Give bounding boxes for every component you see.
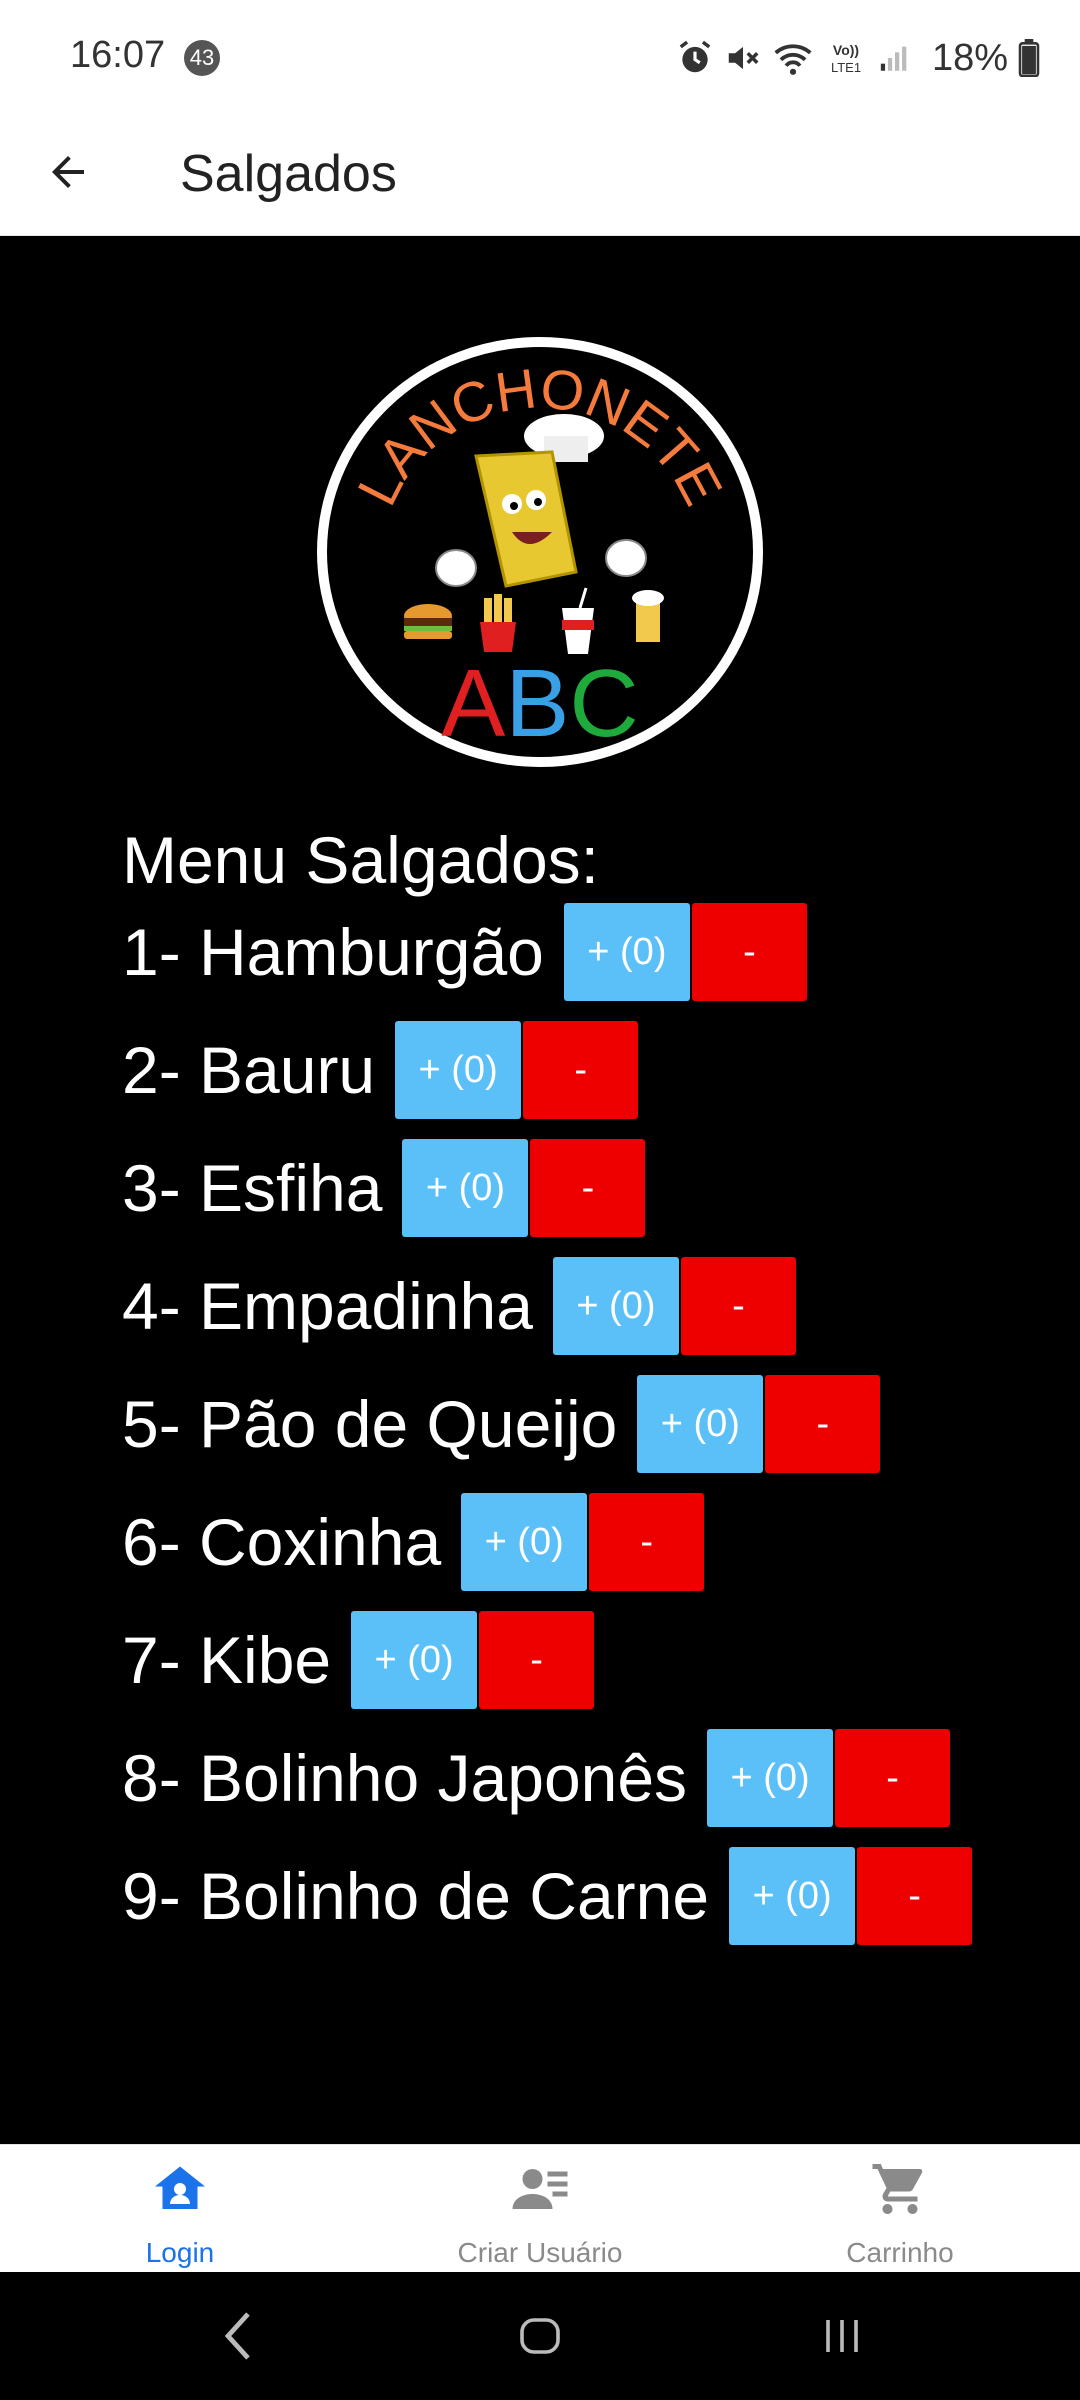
arrow-left-icon <box>52 156 84 188</box>
nav-item-criar-usuario[interactable]: Criar Usuário <box>360 2145 720 2273</box>
menu-item: 1- Hamburgão + (0) - <box>122 902 807 1002</box>
nav-label-carrinho: Carrinho <box>846 2237 954 2268</box>
menu-item-label: 6- Coxinha <box>122 1505 442 1579</box>
system-nav-bar <box>0 2272 1080 2400</box>
remove-button[interactable]: - <box>589 1493 705 1591</box>
system-recents-button[interactable] <box>802 2296 882 2376</box>
cart-icon <box>872 2164 923 2214</box>
remove-button[interactable]: - <box>680 1257 796 1355</box>
mute-icon <box>724 39 762 77</box>
menu-item: 5- Pão de Queijo + (0) - <box>122 1374 881 1474</box>
notification-count-badge: 43 <box>184 40 220 76</box>
home-square-icon <box>520 2318 560 2354</box>
remove-button[interactable]: - <box>523 1021 639 1119</box>
menu-item: 3- Esfiha + (0) - <box>122 1138 646 1238</box>
status-icons: Vo)) LTE1 18% <box>676 30 1040 86</box>
svg-text:LTE1: LTE1 <box>831 60 861 75</box>
page-title: Salgados <box>180 145 397 203</box>
menu-item: 9- Bolinho de Carne + (0) - <box>122 1846 973 1946</box>
back-button[interactable] <box>38 142 98 202</box>
nav-label-criar-usuario: Criar Usuário <box>457 2237 623 2268</box>
bottom-nav: Login Criar Usuário Carrinho <box>0 2144 1080 2273</box>
add-button[interactable]: + (0) <box>395 1021 522 1119</box>
menu-item: 4- Empadinha + (0) - <box>122 1256 796 1356</box>
menu-item-label: 9- Bolinho de Carne <box>122 1859 710 1933</box>
user-list-icon <box>512 2169 568 2209</box>
remove-button[interactable]: - <box>530 1139 646 1237</box>
add-button[interactable]: + (0) <box>552 1257 679 1355</box>
nav-item-carrinho[interactable]: Carrinho <box>720 2145 1080 2273</box>
remove-button[interactable]: - <box>835 1729 951 1827</box>
nav-item-login[interactable]: Login <box>0 2145 360 2273</box>
system-back-button[interactable] <box>198 2296 278 2376</box>
remove-button[interactable]: - <box>691 903 807 1001</box>
menu-item: 7- Kibe + (0) - <box>122 1610 595 1710</box>
status-time: 16:07 <box>70 34 166 76</box>
nav-label-login: Login <box>145 2237 215 2268</box>
add-button[interactable]: + (0) <box>637 1375 764 1473</box>
signal-icon <box>878 39 912 77</box>
remove-button[interactable]: - <box>479 1611 595 1709</box>
svg-text:ABC: ABC <box>441 650 638 757</box>
remove-button[interactable]: - <box>765 1375 881 1473</box>
add-button[interactable]: + (0) <box>351 1611 478 1709</box>
battery-icon <box>1018 39 1040 77</box>
recents-icon <box>826 2320 858 2352</box>
chevron-left-icon <box>224 2312 250 2360</box>
menu-item-label: 4- Empadinha <box>122 1269 533 1343</box>
menu-item-label: 3- Esfiha <box>122 1151 383 1225</box>
battery-percent: 18% <box>931 36 1008 79</box>
wifi-icon <box>772 39 814 77</box>
system-home-button[interactable] <box>500 2296 580 2376</box>
menu-item: 6- Coxinha + (0) - <box>122 1492 705 1592</box>
volte-icon: Vo)) LTE1 <box>824 39 868 77</box>
svg-text:Vo)): Vo)) <box>833 42 859 58</box>
menu-item: 8- Bolinho Japonês + (0) - <box>122 1728 951 1828</box>
menu-item-label: 5- Pão de Queijo <box>122 1387 618 1461</box>
add-button[interactable]: + (0) <box>402 1139 529 1237</box>
status-bar: 16:07 43 Vo)) LTE1 18% <box>0 0 1080 118</box>
menu-item-label: 2- Bauru <box>122 1033 376 1107</box>
menu-heading: Menu Salgados: <box>122 823 599 897</box>
add-button[interactable]: + (0) <box>461 1493 588 1591</box>
menu-item-label: 1- Hamburgão <box>122 915 544 989</box>
remove-button[interactable]: - <box>857 1847 973 1945</box>
add-button[interactable]: + (0) <box>707 1729 834 1827</box>
add-button[interactable]: + (0) <box>563 903 690 1001</box>
lanchonete-abc-logo: LANCHONETE ABC <box>316 336 764 768</box>
home-icon <box>155 2166 205 2209</box>
add-button[interactable]: + (0) <box>729 1847 856 1945</box>
menu-item: 2- Bauru + (0) - <box>122 1020 639 1120</box>
alarm-icon <box>676 39 714 77</box>
menu-item-label: 7- Kibe <box>122 1623 332 1697</box>
app-bar: Salgados <box>0 118 1080 237</box>
menu-item-label: 8- Bolinho Japonês <box>122 1741 688 1815</box>
